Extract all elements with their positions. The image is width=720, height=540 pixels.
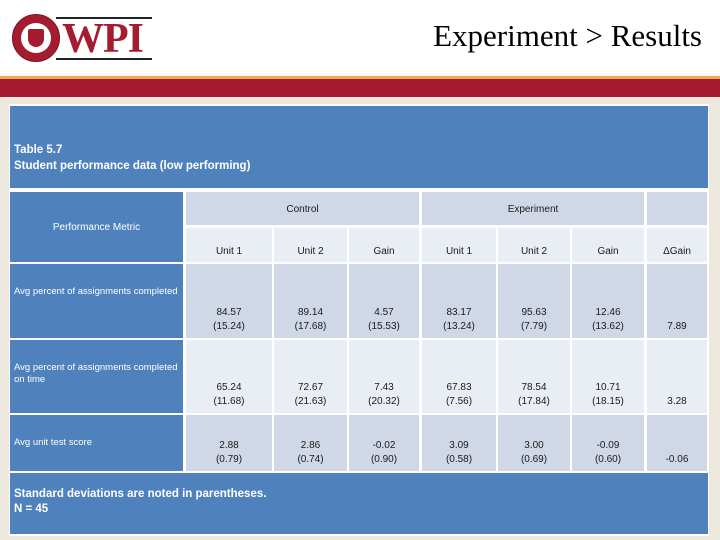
- table-cell: -0.02 (0.90): [349, 415, 419, 471]
- table-cell: 3.00 (0.69): [498, 415, 570, 471]
- footnote-sd: Standard deviations are noted in parenth…: [14, 488, 267, 500]
- column-header: Unit 1: [186, 228, 272, 262]
- table-cell: 2.86 (0.74): [274, 415, 347, 471]
- cell-sd: (15.24): [213, 321, 245, 332]
- row-metric-label: Avg unit test score: [10, 415, 183, 471]
- cell-sd: (0.58): [445, 454, 473, 465]
- experiment-group-header: Experiment: [422, 192, 644, 225]
- column-header: Unit 2: [498, 228, 570, 262]
- table-cell: -0.06: [647, 415, 707, 471]
- cell-mean: 78.54: [521, 382, 547, 393]
- cell-sd: (20.32): [368, 396, 400, 407]
- column-header: Gain: [572, 228, 644, 262]
- cell-mean: -0.09: [596, 440, 620, 451]
- cell-sd: (17.84): [518, 396, 550, 407]
- column-header: Unit 1: [422, 228, 496, 262]
- column-header: Gain: [349, 228, 419, 262]
- cell-mean: 12.46: [595, 307, 621, 318]
- cell-sd: (21.63): [294, 396, 327, 407]
- seal-icon: [12, 14, 60, 62]
- cell-mean: 2.88: [219, 440, 239, 451]
- header-red-bar: [0, 79, 720, 97]
- table-cell: 3.28: [647, 340, 707, 413]
- cell-mean: 4.57: [374, 307, 394, 318]
- cell-mean: 7.43: [374, 382, 394, 393]
- cell-mean: 65.24: [216, 382, 242, 393]
- cell-mean: 83.17: [446, 307, 472, 318]
- row-metric-label: Avg percent of assignments completed: [10, 264, 183, 338]
- cell-mean: -0.02: [372, 440, 396, 451]
- metric-column-header: Performance Metric: [10, 192, 183, 262]
- cell-mean: 3.28: [667, 396, 687, 407]
- cell-mean: 95.63: [521, 307, 547, 318]
- cell-mean: 3.09: [449, 440, 469, 451]
- cell-sd: (11.68): [213, 396, 245, 407]
- cell-sd: (17.68): [294, 321, 327, 332]
- cell-sd: (0.74): [297, 454, 324, 465]
- performance-table: Table 5.7 Student performance data (low …: [9, 104, 709, 536]
- slide-title: Experiment > Results: [433, 18, 702, 53]
- cell-sd: (0.69): [520, 454, 548, 465]
- cell-sd: (15.53): [368, 321, 400, 332]
- table-cell: 10.71 (18.15): [572, 340, 644, 413]
- table-number: Table 5.7: [14, 144, 63, 156]
- control-group-header: Control: [186, 192, 419, 225]
- footnote-n: N = 45: [14, 503, 49, 515]
- cell-mean: 72.67: [297, 382, 324, 393]
- row-metric-label: Avg percent of assignments completed on …: [10, 340, 183, 413]
- cell-mean: 3.00: [524, 440, 544, 451]
- cell-sd: (7.79): [520, 321, 548, 332]
- cell-sd: (0.90): [370, 454, 398, 465]
- wpi-logo: WPI: [12, 14, 152, 64]
- shield-icon: [28, 29, 44, 47]
- table-cell: 84.57 (15.24): [186, 264, 272, 338]
- table-cell: -0.09 (0.60): [572, 415, 644, 471]
- table-cell: 95.63 (7.79): [498, 264, 570, 338]
- table-title: Student performance data (low performing…: [14, 160, 251, 172]
- cell-sd: (0.79): [215, 454, 243, 465]
- logo-text: WPI: [62, 16, 144, 62]
- cell-sd: (18.15): [592, 396, 624, 407]
- cell-mean: 7.89: [667, 321, 687, 332]
- cell-sd: (13.24): [443, 321, 475, 332]
- cell-mean: 67.83: [446, 382, 472, 393]
- cell-sd: (13.62): [592, 321, 624, 332]
- cell-mean: 89.14: [297, 307, 324, 318]
- cell-sd: (7.56): [445, 396, 473, 407]
- cell-mean: 2.86: [300, 440, 321, 451]
- table-cell: 89.14 (17.68): [274, 264, 347, 338]
- table-cell: 78.54 (17.84): [498, 340, 570, 413]
- cell-mean: 10.71: [595, 382, 621, 393]
- table-cell: 7.43 (20.32): [349, 340, 419, 413]
- table-cell: 67.83 (7.56): [422, 340, 496, 413]
- table-cell: 83.17 (13.24): [422, 264, 496, 338]
- table-cell: 2.88 (0.79): [186, 415, 272, 471]
- table-cell: 65.24 (11.68): [186, 340, 272, 413]
- table-cell: 12.46 (13.62): [572, 264, 644, 338]
- table-cell: 7.89: [647, 264, 707, 338]
- table-cell: 72.67 (21.63): [274, 340, 347, 413]
- cell-mean: 84.57: [216, 307, 242, 318]
- column-header: ΔGain: [647, 228, 707, 262]
- table-cell: 3.09 (0.58): [422, 415, 496, 471]
- table-caption: Table 5.7 Student performance data (low …: [10, 106, 708, 188]
- table-footnote: Standard deviations are noted in parenth…: [10, 473, 708, 534]
- cell-sd: (0.60): [594, 454, 622, 465]
- delta-group-header: [647, 192, 707, 225]
- column-header: Unit 2: [274, 228, 347, 262]
- table-cell: 4.57 (15.53): [349, 264, 419, 338]
- cell-mean: -0.06: [665, 454, 689, 465]
